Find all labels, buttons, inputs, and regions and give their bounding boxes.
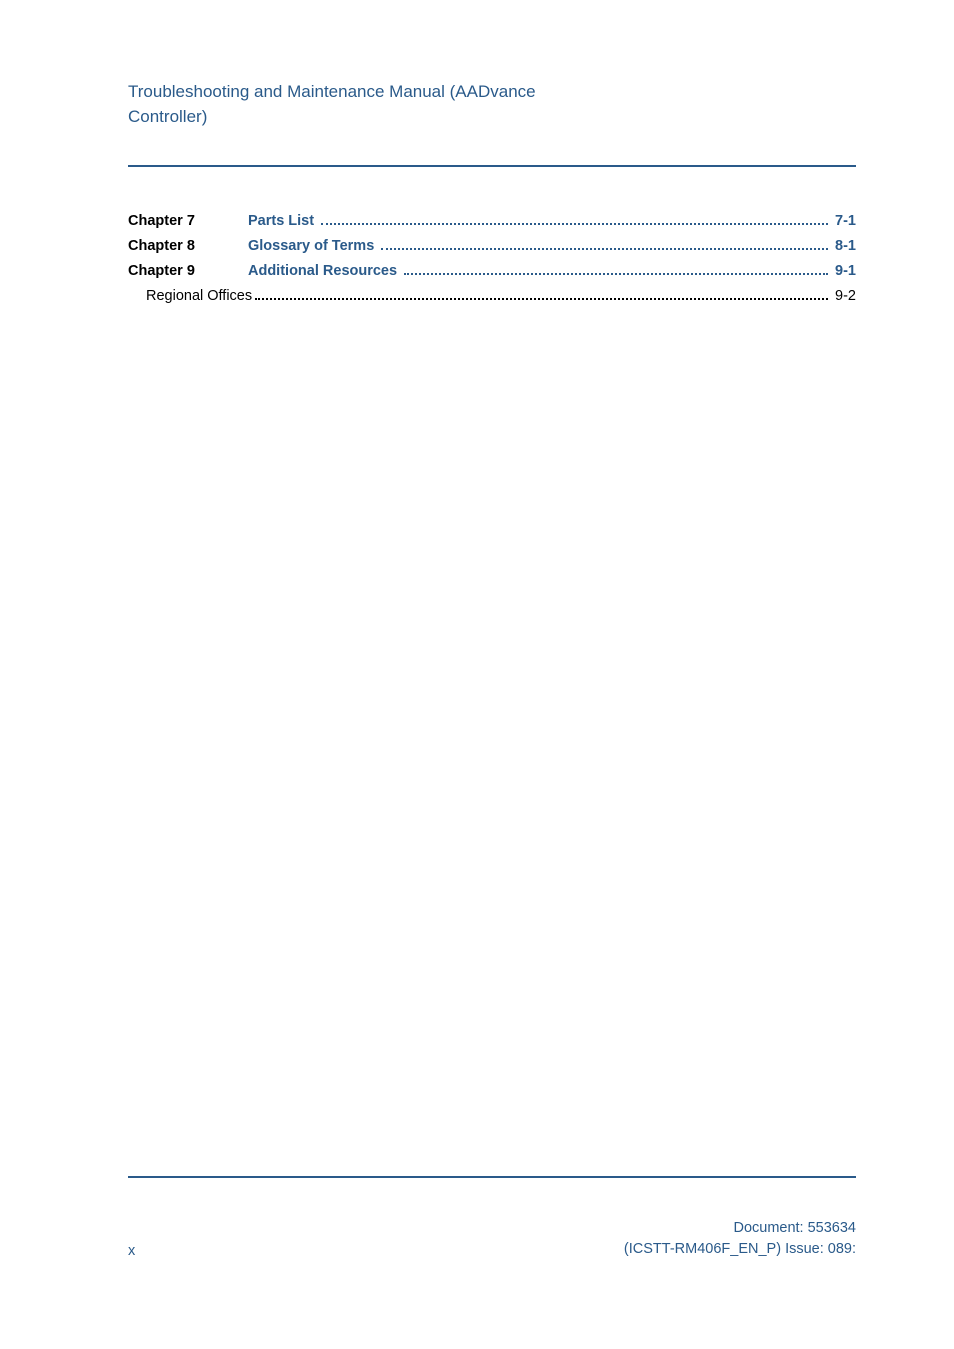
footer-divider (128, 1176, 856, 1178)
chapter-label: Chapter 8 (128, 236, 248, 258)
footer-document-info: Document: 553634 (ICSTT-RM406F_EN_P) Iss… (624, 1218, 856, 1259)
title-line-2: Controller) (128, 107, 207, 126)
toc-leader-dots (404, 263, 828, 275)
footer-doc-line-2: (ICSTT-RM406F_EN_P) Issue: 089: (624, 1239, 856, 1259)
toc-page-number: 7-1 (831, 211, 856, 233)
title-line-1: Troubleshooting and Maintenance Manual (… (128, 82, 536, 101)
toc-title: Regional Offices (146, 286, 252, 308)
toc-leader-dots (321, 214, 828, 226)
chapter-label: Chapter 7 (128, 211, 248, 233)
toc-leader-space (397, 261, 401, 283)
toc-page-number: 9-1 (831, 261, 856, 283)
footer-doc-line-1: Document: 553634 (624, 1218, 856, 1238)
toc-leader-space (314, 211, 318, 233)
toc-entry-chapter-7[interactable]: Chapter 7 Parts List 7-1 (128, 211, 856, 233)
document-page: Troubleshooting and Maintenance Manual (… (0, 0, 954, 1349)
toc-link: Regional Offices 9-2 (146, 286, 856, 308)
toc-entry-chapter-8[interactable]: Chapter 8 Glossary of Terms 8-1 (128, 236, 856, 258)
header-divider (128, 165, 856, 167)
toc-subentry-regional-offices[interactable]: Regional Offices 9-2 (128, 286, 856, 308)
content-spacer (128, 310, 856, 1176)
toc-link: Additional Resources 9-1 (248, 261, 856, 283)
chapter-label: Chapter 9 (128, 261, 248, 283)
toc-leader-dots (255, 288, 828, 300)
toc-page-number: 8-1 (831, 236, 856, 258)
page-footer: x Document: 553634 (ICSTT-RM406F_EN_P) I… (128, 1218, 856, 1259)
toc-link: Glossary of Terms 8-1 (248, 236, 856, 258)
document-title: Troubleshooting and Maintenance Manual (… (128, 80, 558, 129)
table-of-contents: Chapter 7 Parts List 7-1 Chapter 8 Gloss… (128, 211, 856, 310)
footer-page-number: x (128, 1243, 135, 1259)
toc-title: Parts List (248, 211, 314, 233)
toc-page-number: 9-2 (831, 286, 856, 308)
toc-title: Glossary of Terms (248, 236, 374, 258)
toc-leader-space (374, 236, 378, 258)
toc-link: Parts List 7-1 (248, 211, 856, 233)
toc-entry-chapter-9[interactable]: Chapter 9 Additional Resources 9-1 (128, 261, 856, 283)
toc-title: Additional Resources (248, 261, 397, 283)
toc-leader-dots (381, 238, 828, 250)
